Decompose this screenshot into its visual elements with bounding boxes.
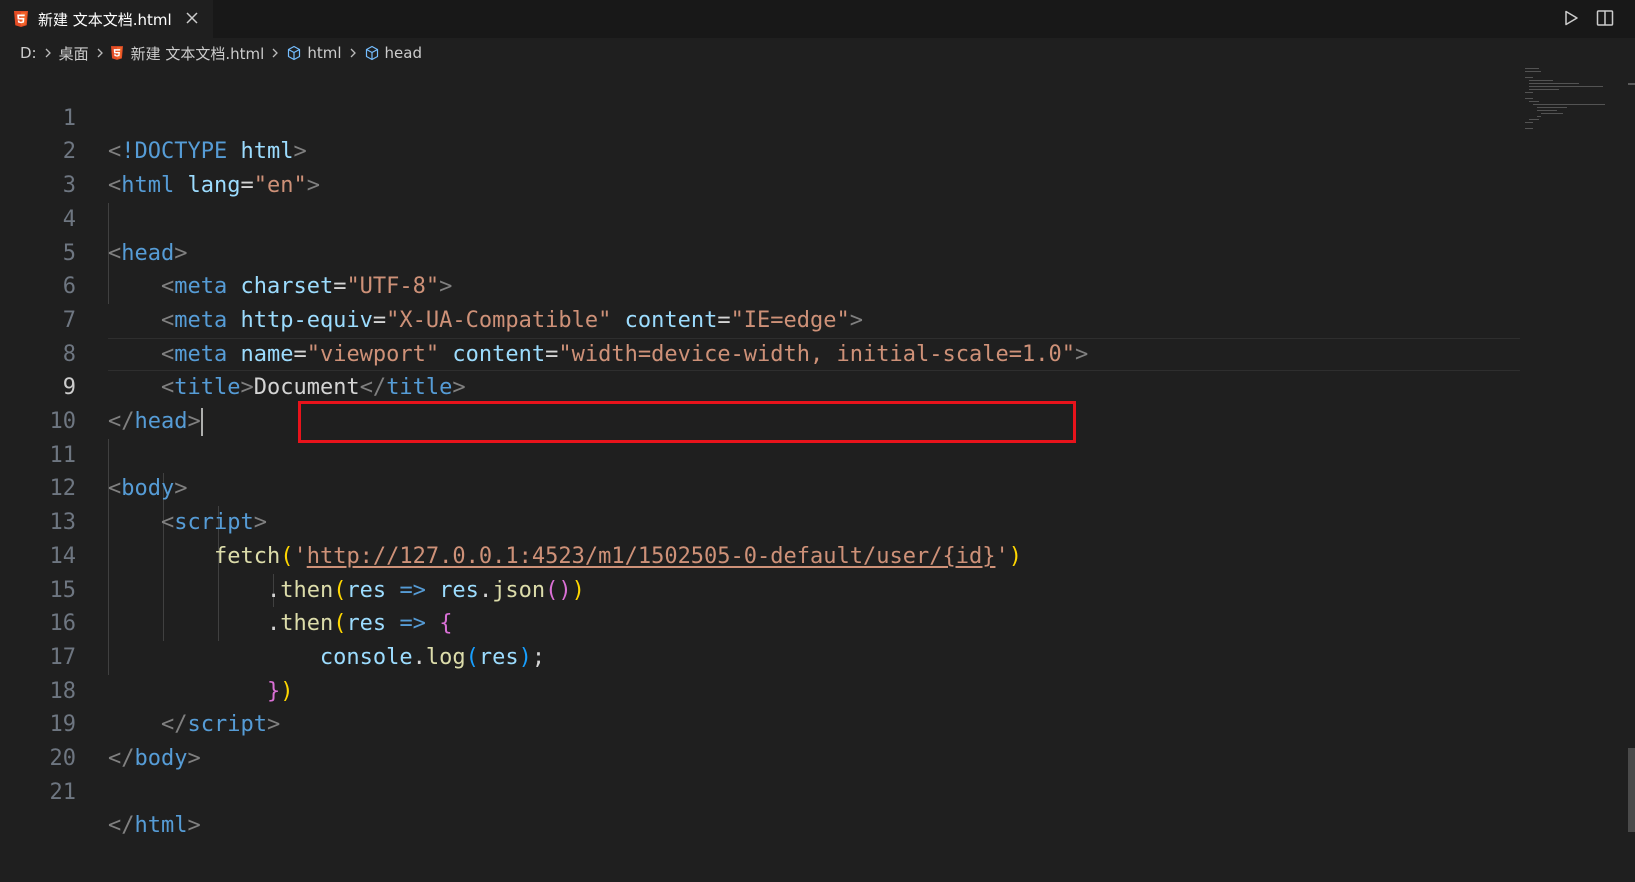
breadcrumb-desktop[interactable]: 桌面	[59, 43, 89, 64]
chevron-right-icon	[43, 47, 53, 59]
code-line: 7 <meta name="viewport" content="width=d…	[0, 270, 1520, 367]
code-line: 6 <meta http-equiv="X-UA-Compatible" con…	[0, 237, 1520, 333]
code-line: 12 <script>	[0, 439, 1520, 535]
code-line: 21 </html>	[0, 742, 1520, 839]
code-line-active: 9 </head>	[0, 338, 1520, 436]
vertical-scrollbar[interactable]	[1628, 68, 1635, 882]
code-line: 18 </script>	[0, 641, 1520, 738]
editor-tab[interactable]: 新建 文本文档.html	[0, 0, 213, 38]
chevron-right-icon	[348, 47, 358, 59]
code-editor[interactable]: 1 <!DOCTYPE html> 2 <html lang="en"> 3 4…	[0, 68, 1635, 882]
close-icon[interactable]	[183, 9, 201, 27]
run-icon[interactable]	[1561, 8, 1581, 28]
code-line: 14 .then(res => res.json())	[0, 506, 1520, 603]
symbol-field-icon	[364, 45, 380, 61]
html5-icon	[14, 11, 28, 27]
tab-label: 新建 文本文档.html	[38, 10, 172, 29]
vscode-window: 新建 文本文档.html D: 桌面 新建 文本文档.html html hea…	[0, 0, 1635, 882]
scrollbar-thumb[interactable]	[1628, 748, 1635, 832]
code-line: 3	[0, 135, 1520, 198]
breadcrumb: D: 桌面 新建 文本文档.html html head	[0, 38, 1635, 68]
breadcrumb-file[interactable]: 新建 文本文档.html	[110, 43, 264, 64]
minimap[interactable]	[1515, 68, 1625, 129]
chevron-right-icon	[95, 47, 105, 59]
tab-bar: 新建 文本文档.html	[0, 0, 1635, 38]
symbol-field-icon	[286, 45, 302, 61]
code-line: 4 <head>	[0, 169, 1520, 266]
split-editor-icon[interactable]	[1595, 8, 1615, 28]
chevron-right-icon	[270, 47, 280, 59]
code-line: 10	[0, 371, 1520, 434]
code-line: 17 })	[0, 607, 1520, 704]
breadcrumb-html-symbol[interactable]: html	[286, 44, 342, 62]
breadcrumb-drive[interactable]: D:	[20, 44, 37, 62]
code-line: 15 .then(res => {	[0, 540, 1520, 637]
code-line: 20	[0, 708, 1520, 771]
code-line: 5 <meta charset="UTF-8">	[0, 203, 1520, 300]
code-line: 2 <html lang="en">	[0, 102, 1520, 198]
code-line: 16 console.log(res);	[0, 574, 1520, 670]
code-line: 13 fetch('http://127.0.0.1:4523/m1/15025…	[0, 472, 1520, 569]
editor-actions	[1561, 8, 1615, 28]
code-line: 1 <!DOCTYPE html>	[0, 68, 1520, 165]
breadcrumb-head-symbol[interactable]: head	[364, 44, 422, 62]
annotation-highlight-box	[298, 401, 1076, 443]
code-line: 8 <title>Document</title>	[0, 304, 1520, 401]
html5-icon	[110, 46, 123, 60]
line-number: 21	[49, 779, 77, 805]
code-line: 19 </body>	[0, 675, 1520, 771]
overview-ruler-mark	[1628, 83, 1635, 85]
